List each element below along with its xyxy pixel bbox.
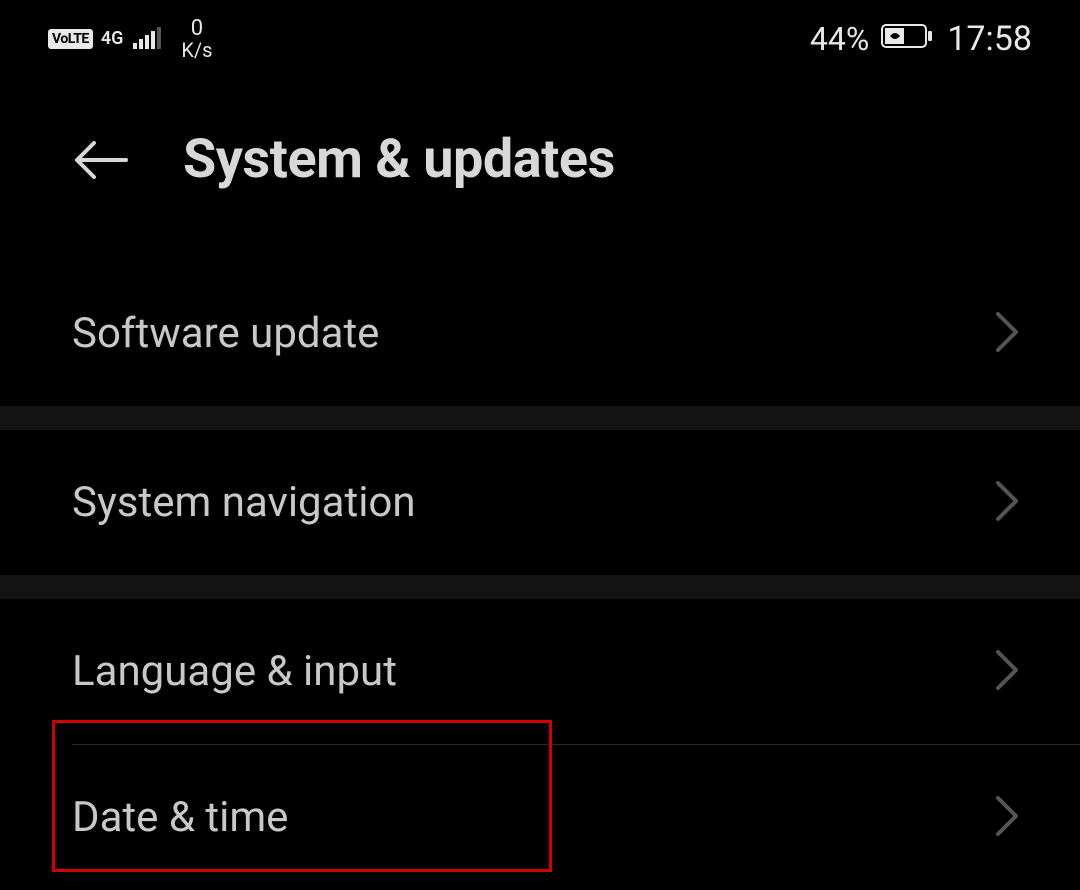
row-label: Software update — [72, 309, 379, 358]
row-system-navigation[interactable]: System navigation — [0, 430, 1080, 575]
chevron-right-icon — [994, 648, 1020, 696]
chevron-right-icon — [994, 479, 1020, 527]
battery-icon — [881, 22, 935, 57]
settings-list: Software update System navigation Langua… — [0, 261, 1080, 890]
battery-percent: 44% — [810, 20, 869, 58]
row-date-time[interactable]: Date & time — [0, 745, 1080, 890]
page-title: System & updates — [183, 128, 615, 191]
speed-unit: K/s — [181, 40, 212, 60]
row-label: System navigation — [72, 478, 416, 527]
signal-icon — [133, 23, 163, 56]
status-left: VoLTE 4G 0 K/s — [48, 18, 213, 60]
status-right: 44% 17:58 — [810, 19, 1032, 59]
row-label: Language & input — [72, 647, 397, 696]
row-language-input[interactable]: Language & input — [0, 599, 1080, 744]
volte-badge: VoLTE — [48, 29, 93, 49]
speed-value: 0 — [191, 18, 203, 40]
chevron-right-icon — [994, 310, 1020, 358]
status-bar: VoLTE 4G 0 K/s 44% 17:58 — [0, 0, 1080, 78]
chevron-right-icon — [994, 794, 1020, 842]
page-header: System & updates — [0, 78, 1080, 241]
data-speed: 0 K/s — [181, 18, 212, 60]
back-icon[interactable] — [72, 139, 128, 181]
section-gap — [0, 406, 1080, 430]
clock: 17:58 — [947, 19, 1032, 59]
row-label: Date & time — [72, 793, 288, 842]
section-gap — [0, 575, 1080, 599]
network-type: 4G — [101, 30, 124, 48]
row-software-update[interactable]: Software update — [0, 261, 1080, 406]
